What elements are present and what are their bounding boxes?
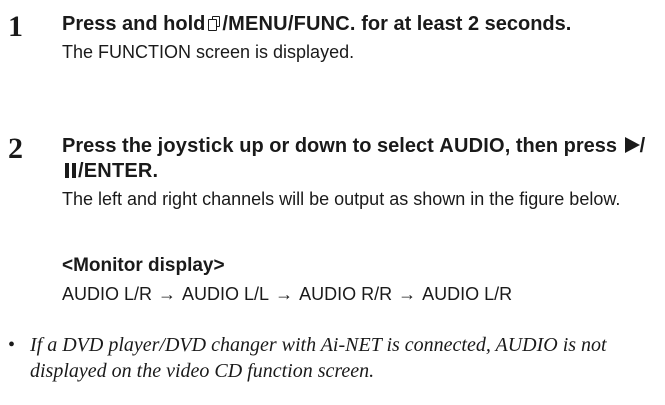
note: • If a DVD player/DVD changer with Ai-NE…	[8, 332, 658, 384]
audio-mode: AUDIO L/R	[62, 284, 153, 304]
audio-mode: AUDIO L/R	[422, 284, 513, 304]
right-arrow-icon: →	[275, 284, 294, 304]
instruction-text: , then press	[504, 135, 618, 157]
joystick-label: joystick	[157, 135, 234, 157]
instruction-text: .	[152, 160, 159, 182]
right-arrow-icon: →	[398, 284, 417, 304]
audio-sequence: AUDIO L/R → AUDIO L/L → AUDIO R/R → AUDIO L/R	[62, 282, 512, 306]
audio-mode: AUDIO L/L	[182, 284, 270, 304]
step-number: 2	[8, 132, 23, 165]
bullet-icon: •	[8, 334, 16, 356]
play-icon	[624, 137, 640, 153]
instruction-text: Press and hold	[62, 13, 206, 35]
instruction-text: up or down to select	[239, 135, 434, 157]
step-instruction: Press the joystick up or down to select …	[62, 135, 646, 182]
step-description: The FUNCTION screen is displayed.	[62, 42, 355, 62]
step-body: Press the joystick up or down to select …	[62, 134, 652, 212]
right-arrow-icon: →	[158, 284, 177, 304]
step-instruction: Press and hold/MENU/FUNC. for at least 2…	[62, 12, 652, 37]
instruction-text: Press the	[62, 135, 153, 157]
step-body: Press and hold/MENU/FUNC. for at least 2…	[62, 12, 652, 65]
step-description: The left and right channels will be outp…	[62, 189, 621, 209]
note-text: If a DVD player/DVD changer with Ai-NET …	[30, 334, 607, 382]
display-menu-icon	[208, 16, 221, 31]
enter-button-label: /ENTER	[78, 160, 153, 182]
instruction-text: for at least 2 seconds.	[361, 13, 572, 35]
monitor-display-heading: <Monitor display>	[62, 255, 225, 276]
audio-mode: AUDIO R/R	[299, 284, 393, 304]
pause-icon	[65, 163, 76, 178]
menu-func-button-label: /MENU/FUNC.	[222, 13, 356, 35]
step-number: 1	[8, 10, 23, 43]
audio-label: AUDIO	[439, 135, 505, 157]
